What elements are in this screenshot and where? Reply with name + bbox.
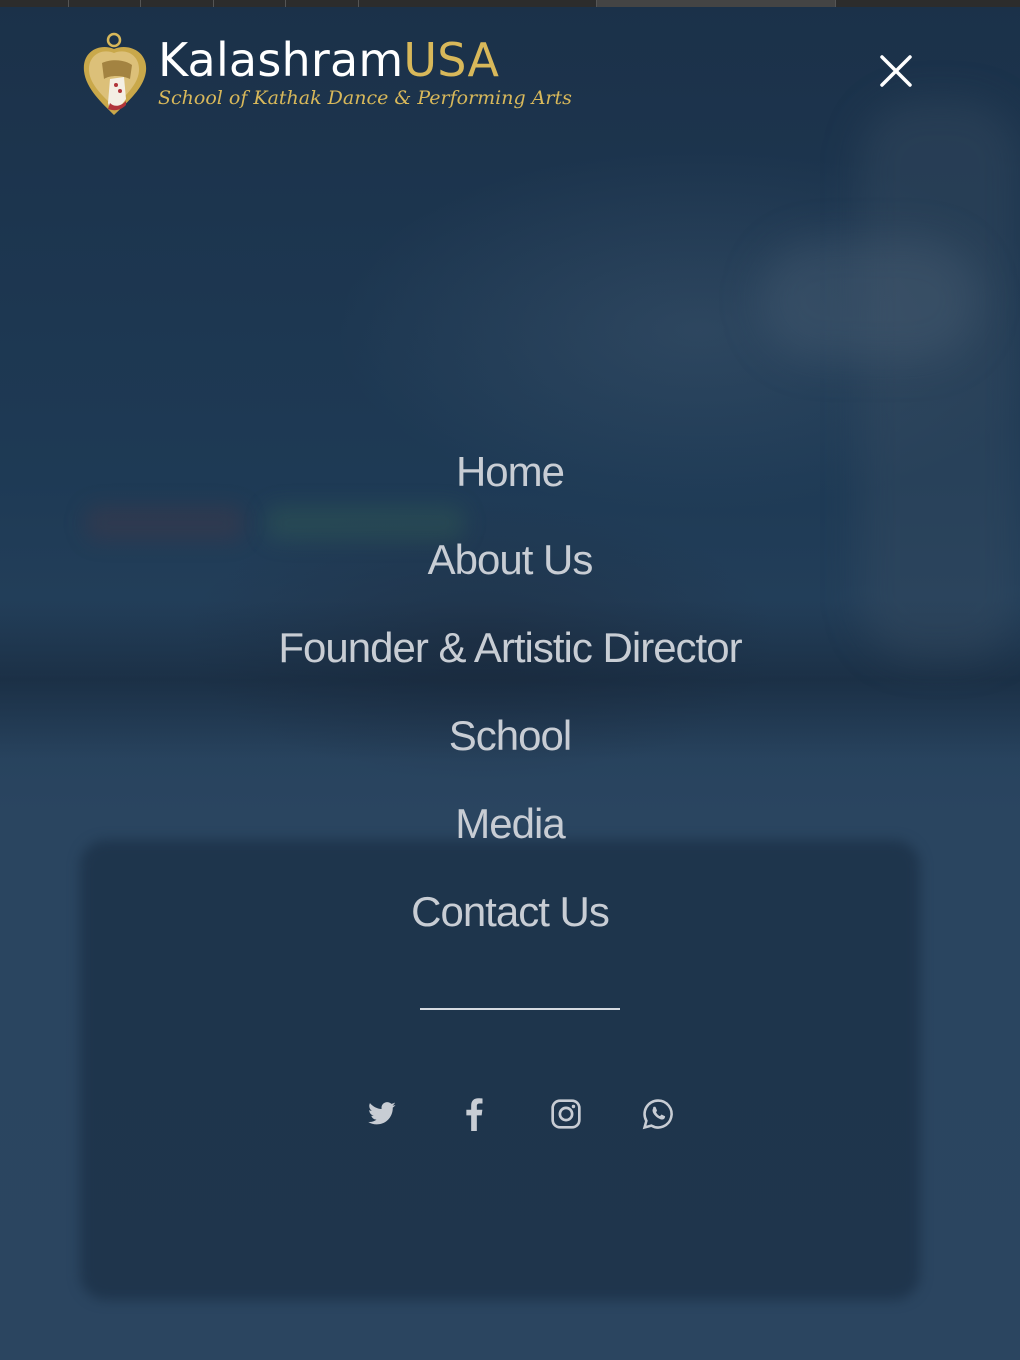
menu-item-contact-us[interactable]: Contact Us <box>411 868 610 956</box>
browser-tab-strip <box>0 0 1020 7</box>
menu-item-home[interactable]: Home <box>456 428 565 516</box>
twitter-link[interactable] <box>350 1088 414 1140</box>
background-blur <box>760 240 980 360</box>
logo-name-part1: Kalashram <box>158 33 404 87</box>
tab-segment <box>359 0 597 7</box>
logo-wordmark: KalashramUSA <box>158 35 572 85</box>
facebook-link[interactable] <box>442 1088 506 1140</box>
menu-item-founder-artistic-director[interactable]: Founder & Artistic Director <box>278 604 742 692</box>
tab-segment <box>214 0 287 7</box>
menu-item-school[interactable]: School <box>449 692 572 780</box>
whatsapp-link[interactable] <box>626 1088 690 1140</box>
social-links <box>350 1088 690 1140</box>
logo-tagline: School of Kathak Dance & Performing Arts <box>158 87 572 109</box>
site-logo[interactable]: KalashramUSA School of Kathak Dance & Pe… <box>80 29 572 119</box>
kathak-emblem-icon <box>83 32 147 115</box>
menu-item-media[interactable]: Media <box>455 780 565 868</box>
whatsapp-icon <box>642 1099 673 1130</box>
facebook-icon <box>466 1098 483 1131</box>
main-menu: Home About Us Founder & Artistic Directo… <box>0 428 1020 956</box>
logo-name-part2: USA <box>403 33 500 87</box>
menu-divider <box>420 1008 620 1010</box>
tab-segment <box>141 0 214 7</box>
header: KalashramUSA School of Kathak Dance & Pe… <box>0 7 1020 137</box>
tab-segment <box>836 0 1020 7</box>
tab-segment <box>69 0 142 7</box>
close-icon <box>880 55 912 87</box>
instagram-link[interactable] <box>534 1088 598 1140</box>
tab-segment <box>0 0 69 7</box>
twitter-icon <box>368 1102 396 1125</box>
close-menu-button[interactable] <box>872 51 920 95</box>
instagram-icon <box>551 1099 581 1129</box>
menu-item-about-us[interactable]: About Us <box>428 516 594 604</box>
tab-segment-active <box>596 0 837 7</box>
tab-segment <box>286 0 359 7</box>
